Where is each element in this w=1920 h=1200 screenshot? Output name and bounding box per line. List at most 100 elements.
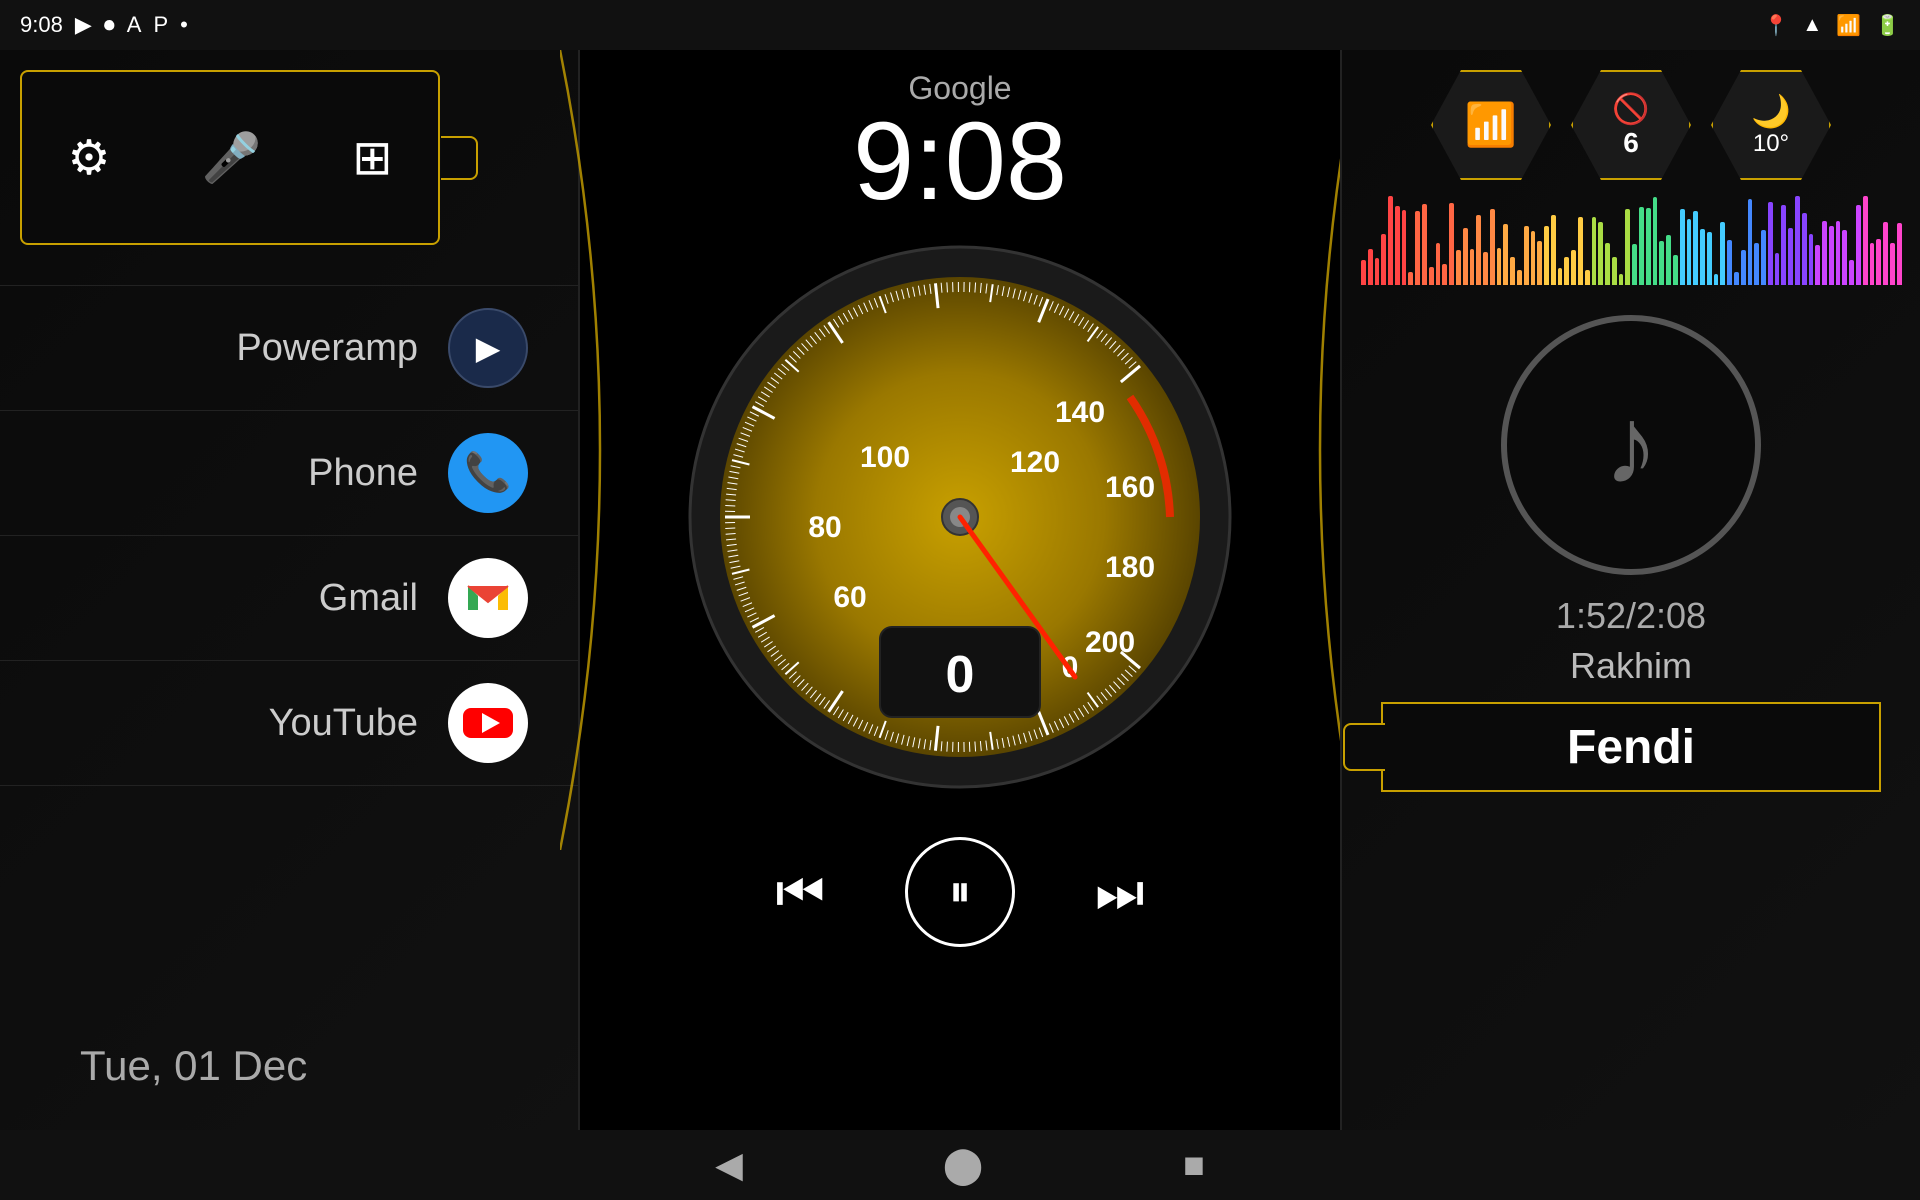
music-controls: ⏮ ⏸ ⏭ [775,837,1144,947]
eq-bar [1402,210,1407,285]
eq-bar [1524,226,1529,285]
svg-text:180: 180 [1105,551,1155,584]
eq-bar [1551,215,1556,285]
svg-text:60: 60 [833,581,866,614]
eq-bar [1598,222,1603,285]
eq-bar [1476,215,1481,285]
eq-bar [1687,219,1692,285]
phone-icon[interactable]: 📞 [448,433,528,513]
eq-bar [1558,268,1563,285]
google-time: Google 9:08 [853,70,1067,217]
pause-button[interactable]: ⏸ [905,837,1015,947]
wifi-hex-icon[interactable]: 📶 [1431,70,1551,180]
eq-bar [1592,217,1597,285]
eq-bar [1483,252,1488,285]
eq-bar [1822,221,1827,285]
eq-bar [1842,230,1847,285]
eq-bar [1436,243,1441,285]
gmail-icon[interactable] [448,558,528,638]
eq-bar [1856,205,1861,285]
youtube-item[interactable]: YouTube [0,661,578,786]
next-button[interactable]: ⏭ [1095,860,1145,925]
mic-icon[interactable]: 🎤 [202,129,262,186]
grid-icon[interactable]: ⊞ [352,130,392,186]
eq-bar [1802,213,1807,285]
eq-bar [1707,232,1712,285]
eq-bar [1734,272,1739,285]
wind-value: 6 [1623,127,1639,159]
poweramp-play-btn[interactable]: ▶ [448,308,528,388]
p-icon: P [153,12,168,38]
time-display: 9:08 [853,107,1067,217]
signal-icon: 📶 [1836,13,1861,38]
eq-bar [1517,270,1522,285]
eq-bar [1870,243,1875,285]
svg-text:160: 160 [1105,471,1155,504]
gmail-item[interactable]: Gmail [0,536,578,661]
youtube-icon[interactable] [448,683,528,763]
eq-bar [1497,248,1502,285]
eq-bar [1585,270,1590,285]
eq-bar [1836,221,1841,285]
temp-value: 10° [1753,130,1789,158]
recent-button[interactable]: ■ [1183,1144,1205,1186]
wifi-icon: 📶 [1465,101,1517,150]
eq-bar [1897,223,1902,285]
eq-bar [1666,235,1671,285]
back-button[interactable]: ◀ [715,1144,743,1186]
wind-hex-icon: 🚫6 [1571,70,1691,180]
eq-bar [1680,209,1685,285]
eq-bar [1754,243,1759,285]
eq-bar [1700,229,1705,285]
svg-text:0: 0 [946,646,975,704]
track-title-bar: Fendi [1381,702,1881,792]
track-time: 1:52/2:08 [1556,595,1706,637]
svg-text:100: 100 [860,441,910,474]
eq-bar [1381,234,1386,285]
eq-bar [1429,267,1434,285]
eq-bar [1470,249,1475,285]
settings-icon[interactable]: ⚙ [67,130,110,186]
svg-text:120: 120 [1010,446,1060,479]
track-title: Fendi [1567,720,1695,775]
date-display: Tue, 01 Dec [80,1042,307,1090]
wifi-status-icon: ▲ [1802,14,1822,37]
track-artist: Rakhim [1570,645,1692,687]
eq-bar [1537,241,1542,285]
eq-bar [1456,250,1461,285]
eq-bar [1578,217,1583,285]
eq-bar [1571,250,1576,285]
eq-bar [1883,222,1888,285]
eq-bar [1619,274,1624,285]
play-icon: ▶ [75,12,92,38]
dot-icon: • [180,12,188,38]
svg-text:140: 140 [1055,396,1105,429]
eq-bar [1646,208,1651,285]
eq-bar [1368,249,1373,285]
poweramp-label: Poweramp [236,327,418,370]
phone-item[interactable]: Phone 📞 [0,411,578,536]
svg-text:200: 200 [1085,626,1135,659]
phone-label: Phone [308,452,418,495]
eq-bar [1463,228,1468,285]
eq-bar [1673,255,1678,285]
eq-bar [1544,226,1549,285]
svg-text:80: 80 [808,511,841,544]
eq-bar [1564,257,1569,285]
gmail-label: Gmail [319,577,418,620]
toolbar: ⚙ 🎤 ⊞ [20,70,440,245]
eq-bar [1503,224,1508,285]
music-note-icon: ♪ [1604,382,1659,509]
eq-bar [1829,226,1834,285]
eq-bar [1490,209,1495,285]
center-panel: Google 9:08 100 [580,50,1340,1150]
eq-bar [1375,258,1380,285]
poweramp-item[interactable]: Poweramp ▶ [0,285,578,411]
eq-bar [1632,244,1637,285]
home-button[interactable]: ⬤ [943,1144,983,1186]
eq-bar [1693,211,1698,285]
left-panel: ⚙ 🎤 ⊞ Poweramp ▶ Phone 📞 Gmail [0,50,580,1150]
bottom-nav: ◀ ⬤ ■ [0,1130,1920,1200]
prev-button[interactable]: ⏮ [775,860,825,925]
eq-bar [1768,202,1773,285]
